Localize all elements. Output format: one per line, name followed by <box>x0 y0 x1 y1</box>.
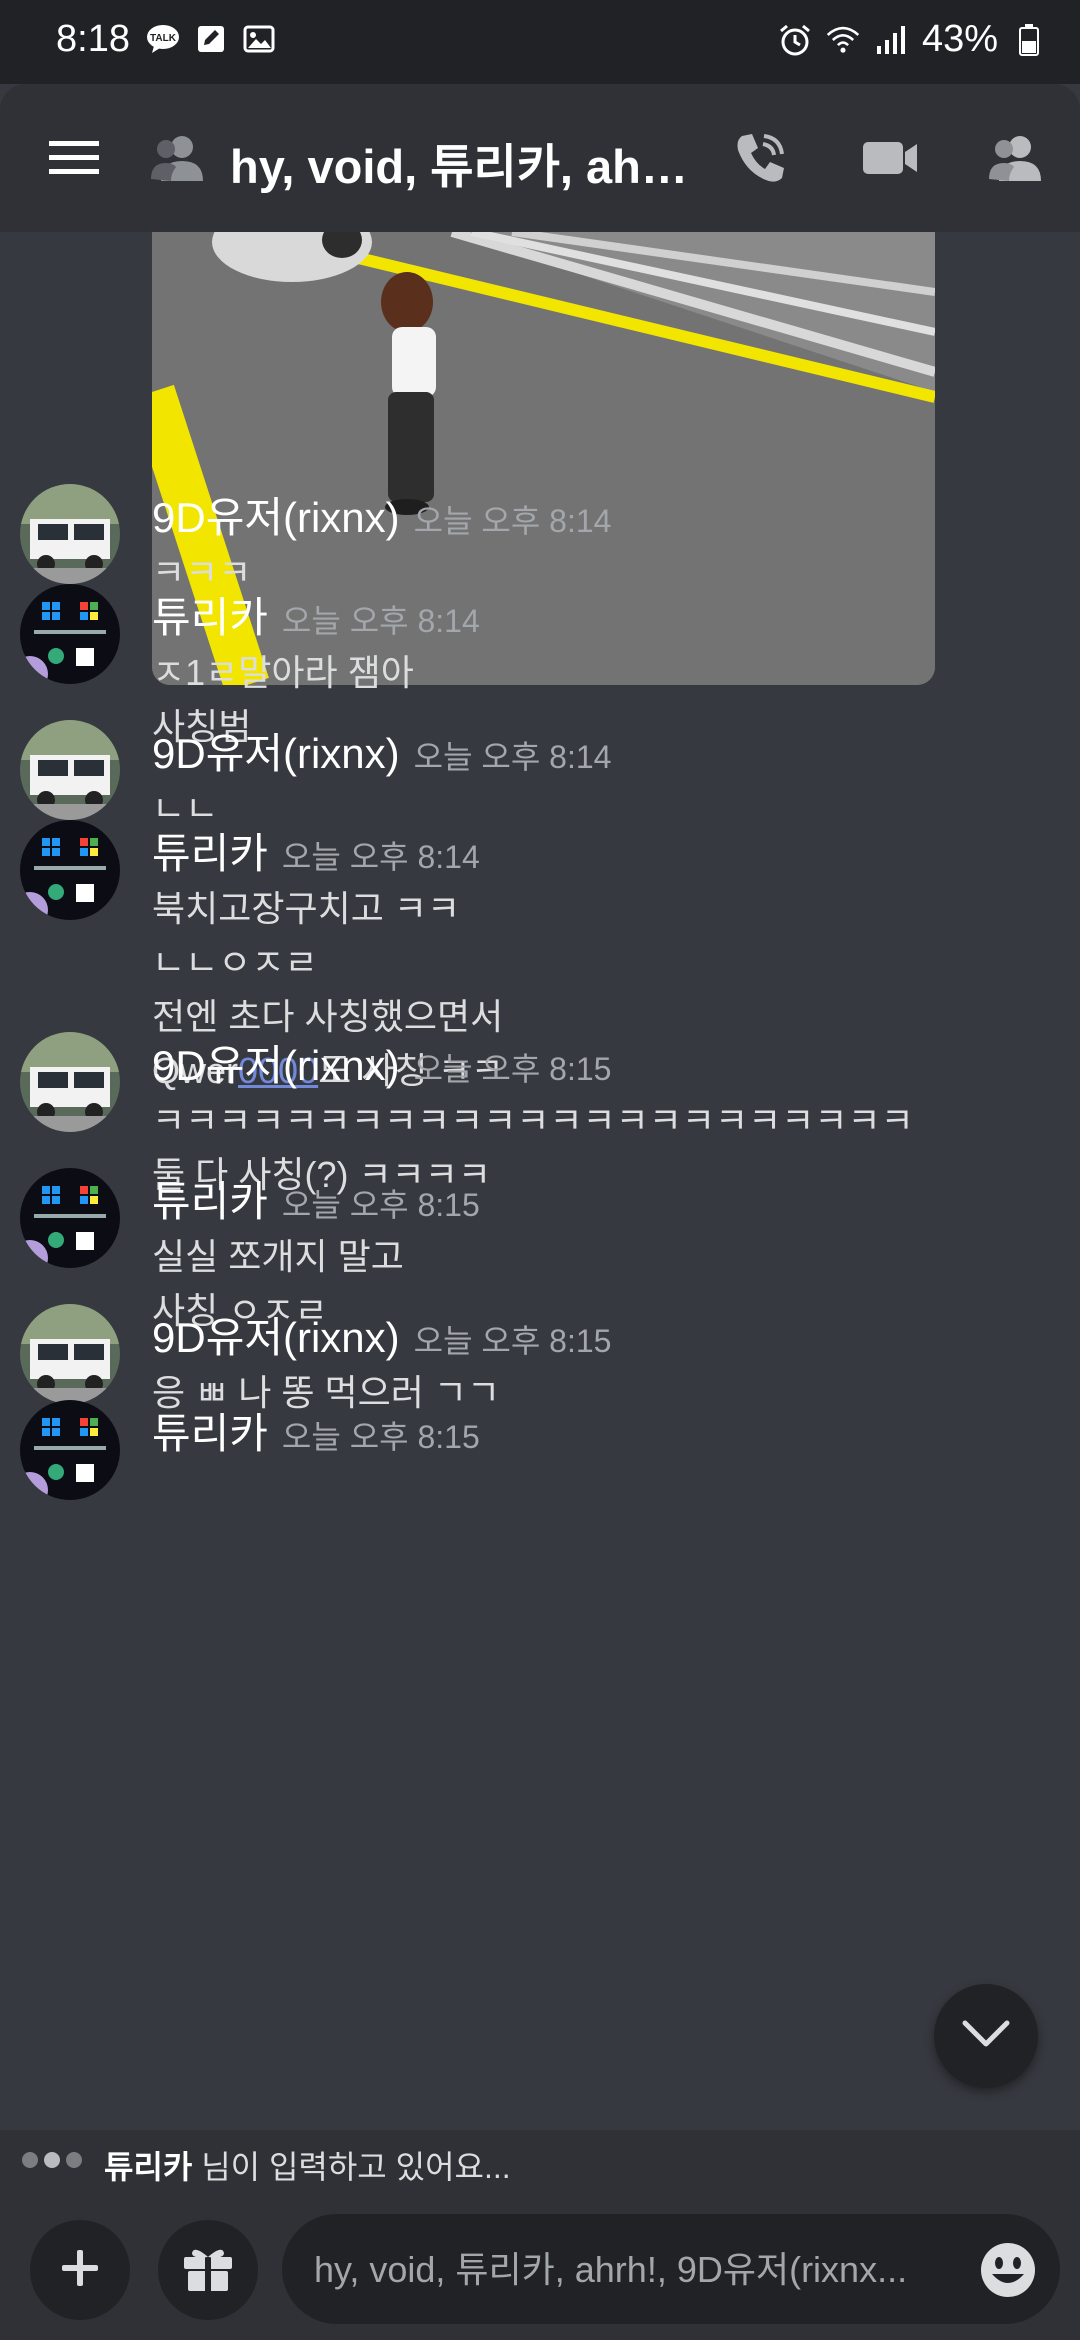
plus-icon <box>58 2246 102 2295</box>
message-timestamp: 오늘 오후 8:15 <box>281 1419 480 1455</box>
message-timestamp: 오늘 오후 8:14 <box>281 839 480 875</box>
emoji-icon[interactable] <box>978 2240 1038 2300</box>
avatar-truck[interactable] <box>20 1032 120 1132</box>
message-timestamp: 오늘 오후 8:14 <box>413 503 612 539</box>
typing-dots-icon <box>22 2152 82 2168</box>
message-author[interactable]: 9D유저(rixnx) 오늘 오후 8:14 <box>152 720 611 781</box>
message-composer <box>0 2194 1080 2340</box>
kakaotalk-icon: TALK <box>146 22 180 56</box>
avatar-windows[interactable] <box>20 1168 120 1268</box>
message-input-container[interactable] <box>282 2214 1060 2324</box>
attach-button[interactable] <box>30 2220 130 2320</box>
menu-icon[interactable] <box>34 118 114 198</box>
message-list[interactable]: 9D유저(rixnx) 오늘 오후 8:14 ㅋㅋㅋ 튜리카 오늘 오후 8:14 … <box>0 232 1080 2130</box>
wifi-icon <box>826 23 860 57</box>
typing-user: 튜리카 <box>104 2149 193 2185</box>
avatar-windows[interactable] <box>20 820 120 920</box>
channel-header: hy, void, 튜리카, ahrh!, 9D유저(rixnx) <box>0 84 1080 232</box>
call-icon[interactable] <box>720 118 800 198</box>
chevron-down-icon <box>961 2019 1011 2054</box>
svg-text:TALK: TALK <box>150 33 177 44</box>
message-timestamp: 오늘 오후 8:15 <box>281 1187 480 1223</box>
avatar-truck[interactable] <box>20 720 120 820</box>
battery-icon <box>1012 23 1046 57</box>
channel-title: hy, void, 튜리카, ahrh!, 9D유저(rixnx) <box>230 140 690 193</box>
group-dm-icon <box>138 118 218 198</box>
message-author[interactable]: 튜리카 오늘 오후 8:15 <box>152 1400 480 1461</box>
message-author[interactable]: 9D유저(rixnx) 오늘 오후 8:15 <box>152 1304 611 1365</box>
signal-icon <box>874 23 908 57</box>
message-timestamp: 오늘 오후 8:15 <box>413 1051 612 1087</box>
message-timestamp: 오늘 오후 8:14 <box>281 603 480 639</box>
avatar-truck[interactable] <box>20 1304 120 1404</box>
message-author[interactable]: 9D유저(rixnx) 오늘 오후 8:15 <box>152 1032 611 1093</box>
message-timestamp: 오늘 오후 8:14 <box>413 739 612 775</box>
avatar-truck[interactable] <box>20 484 120 584</box>
video-icon[interactable] <box>850 118 930 198</box>
jump-to-bottom-button[interactable] <box>934 1984 1038 2088</box>
avatar-windows[interactable] <box>20 1400 120 1500</box>
status-time: 8:18 <box>56 18 130 60</box>
message-timestamp: 오늘 오후 8:15 <box>413 1323 612 1359</box>
edit-icon <box>194 22 228 56</box>
status-bar: 8:18 TALK 43% <box>0 0 1080 84</box>
avatar-windows[interactable] <box>20 584 120 684</box>
battery-percent: 43% <box>921 18 998 60</box>
message-author[interactable]: 튜리카 오늘 오후 8:14 <box>152 584 480 645</box>
members-icon[interactable] <box>976 118 1056 198</box>
alarm-icon <box>778 23 812 57</box>
message-author[interactable]: 튜리카 오늘 오후 8:15 <box>152 1168 480 1229</box>
typing-suffix: 님이 입력하고 있어요... <box>192 2149 511 2185</box>
message-input[interactable] <box>312 2244 956 2296</box>
gift-button[interactable] <box>158 2220 258 2320</box>
typing-indicator: 튜리카 님이 입력하고 있어요... <box>0 2130 1080 2194</box>
gift-icon <box>180 2243 236 2298</box>
message-author[interactable]: 튜리카 오늘 오후 8:14 <box>152 820 480 881</box>
gallery-icon <box>242 22 276 56</box>
message-author[interactable]: 9D유저(rixnx) 오늘 오후 8:14 <box>152 484 611 545</box>
